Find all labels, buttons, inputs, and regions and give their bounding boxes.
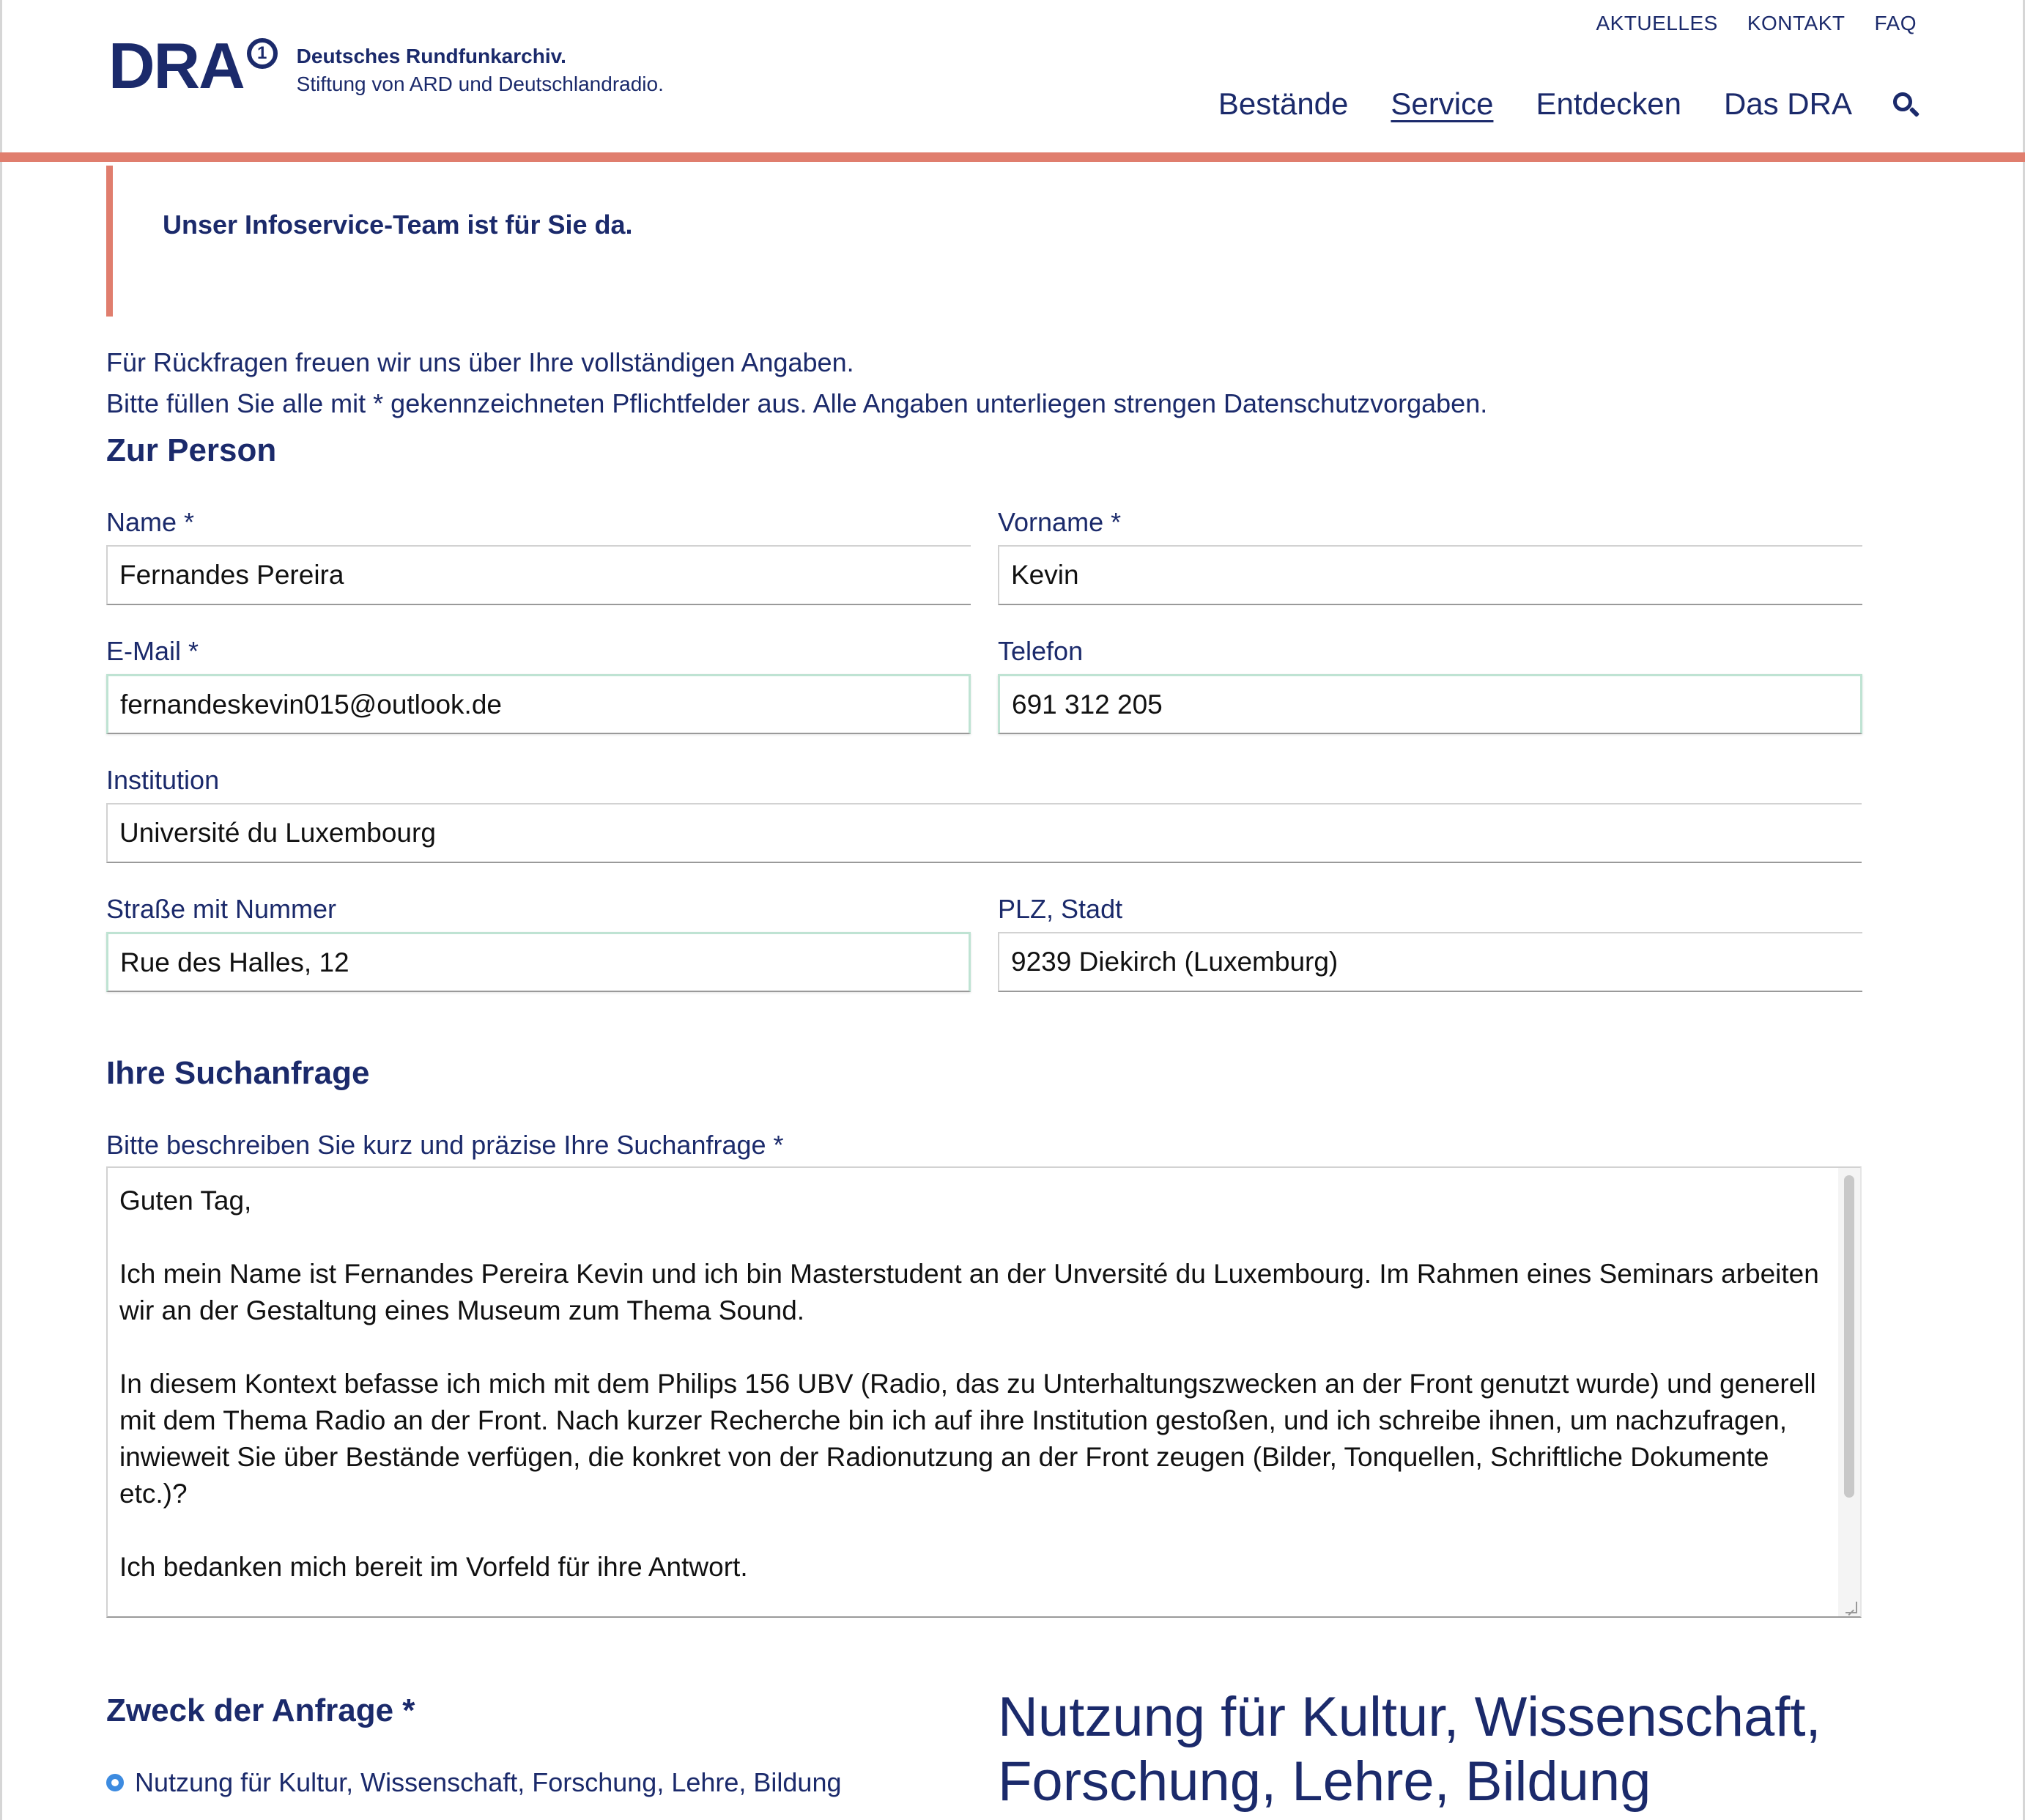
strasse-input[interactable]: Rue des Halles, 12 [106,932,971,992]
accent-bar [0,152,2025,162]
vorname-label: Vorname * [998,507,1122,537]
logo-mark: DRA [108,29,245,102]
intro-line-2: Bitte füllen Sie alle mit * gekennzeichn… [106,388,1488,418]
section-heading-request: Ihre Suchanfrage [106,1055,370,1091]
plz-label: PLZ, Stadt [998,894,1123,924]
top-nav-aktuelles[interactable]: AKTUELLES [1596,12,1717,35]
logo-subtitle: Stiftung von ARD und Deutschlandradio. [296,73,664,95]
info-box: Unser Infoservice-Team ist für Sie da. [106,166,985,317]
vorname-input[interactable]: Kevin [998,545,1862,605]
info-box-title: Unser Infoservice-Team ist für Sie da. [163,210,633,240]
intro-line-1: Für Rückfragen freuen wir uns über Ihre … [106,347,854,377]
telefon-label: Telefon [998,636,1084,666]
section-heading-purpose: Zweck der Anfrage * [106,1693,415,1728]
institution-input[interactable]: Université du Luxembourg [106,803,1862,863]
top-nav-kontakt[interactable]: KONTAKT [1747,12,1846,35]
email-label: E-Mail * [106,636,199,666]
nav-bestaende[interactable]: Bestände [1218,86,1348,122]
request-label: Bitte beschreiben Sie kurz und präzise I… [106,1130,784,1160]
site-header: DRA 1 Deutsches Rundfunkarchiv. Stiftung… [0,0,2025,154]
nav-entdecken[interactable]: Entdecken [1536,86,1681,122]
section-heading-person: Zur Person [106,432,277,468]
request-textarea[interactable]: Guten Tag, Ich mein Name ist Fernandes P… [106,1166,1862,1618]
name-input[interactable]: Fernandes Pereira [106,545,971,605]
nav-das-dra[interactable]: Das DRA [1724,86,1852,122]
dra-logo[interactable]: DRA 1 Deutsches Rundfunkarchiv. Stiftung… [108,29,664,102]
top-nav-faq[interactable]: FAQ [1874,12,1917,35]
telefon-input[interactable]: 691 312 205 [998,674,1862,734]
institution-label: Institution [106,765,220,795]
textarea-scrollbar-thumb[interactable] [1844,1175,1854,1498]
purpose-detail-heading: Nutzung für Kultur, Wissenschaft, Forsch… [998,1686,1821,1813]
logo-text: Deutsches Rundfunkarchiv. Stiftung von A… [297,42,664,98]
strasse-label: Straße mit Nummer [106,894,337,924]
ard-one-icon: 1 [246,38,278,69]
main-nav: Bestände Service Entdecken Das DRA [1218,86,1920,122]
email-input[interactable]: fernandeskevin015@outlook.de [106,674,971,734]
nav-service[interactable]: Service [1391,86,1493,122]
purpose-option-label[interactable]: Nutzung für Kultur, Wissenschaft, Forsch… [135,1767,842,1798]
logo-name: Deutsches Rundfunkarchiv. [296,45,566,67]
name-label: Name * [106,507,195,537]
textarea-scrollbar[interactable] [1838,1168,1860,1616]
purpose-radio-selected[interactable] [106,1774,124,1791]
request-text: Guten Tag, Ich mein Name ist Fernandes P… [119,1185,1819,1582]
search-icon[interactable] [1892,91,1920,118]
resize-handle-icon[interactable] [1846,1602,1857,1613]
top-nav: AKTUELLES KONTAKT FAQ [1596,12,1917,35]
plz-input[interactable]: 9239 Diekirch (Luxemburg) [998,932,1862,992]
